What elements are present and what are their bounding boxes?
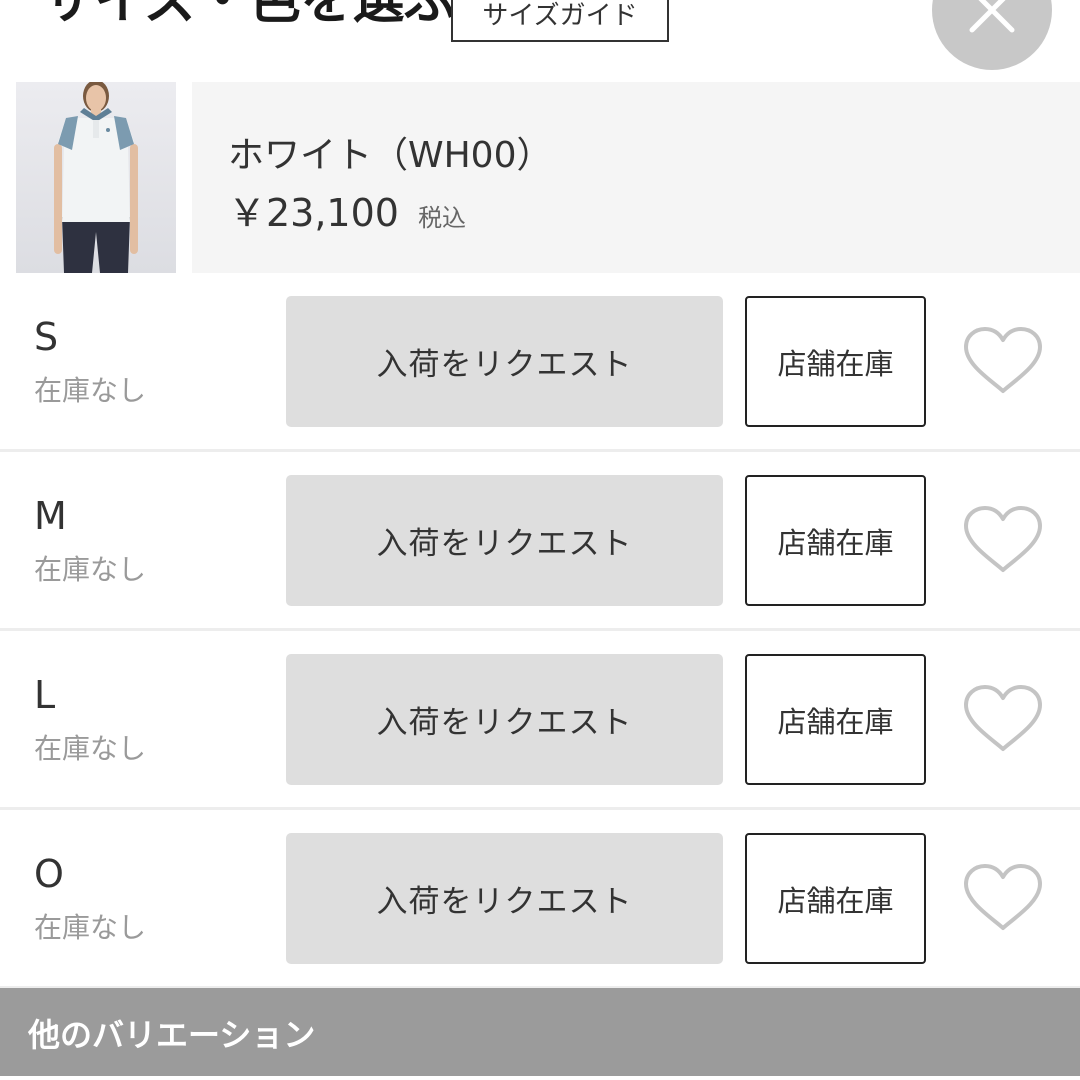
product-image (16, 82, 176, 273)
stock-status: 在庫なし (34, 374, 147, 407)
favorite-button[interactable] (962, 504, 1044, 576)
heart-icon (964, 685, 1042, 751)
close-icon (969, 0, 1015, 33)
request-restock-button[interactable]: 入荷をリクエスト (286, 833, 723, 964)
favorite-button[interactable] (962, 683, 1044, 755)
store-stock-button[interactable]: 店舗在庫 (745, 296, 926, 427)
store-stock-button[interactable]: 店舗在庫 (745, 654, 926, 785)
size-list: S 在庫なし 入荷をリクエスト 店舗在庫 M 在庫なし 入荷をリクエスト 店舗在… (0, 273, 1080, 989)
size-row: L 在庫なし 入荷をリクエスト 店舗在庫 (0, 631, 1080, 810)
request-restock-button[interactable]: 入荷をリクエスト (286, 654, 723, 785)
product-info: ホワイト（WH00） ￥23,100 税込 (192, 82, 1080, 273)
favorite-button[interactable] (962, 325, 1044, 397)
store-stock-button[interactable]: 店舗在庫 (745, 833, 926, 964)
page-title: サイズ・色を選ぶ (42, 0, 457, 31)
close-button[interactable] (932, 0, 1052, 70)
size-label: S (34, 315, 59, 359)
tax-label: 税込 (418, 204, 467, 232)
size-guide-button[interactable]: サイズガイド (451, 0, 669, 42)
stock-status: 在庫なし (34, 911, 147, 944)
size-label: L (34, 673, 56, 717)
request-restock-button[interactable]: 入荷をリクエスト (286, 296, 723, 427)
stock-status: 在庫なし (34, 732, 147, 765)
other-variations-title: 他のバリエーション (28, 1016, 316, 1054)
heart-icon (964, 864, 1042, 930)
store-stock-button[interactable]: 店舗在庫 (745, 475, 926, 606)
request-restock-button[interactable]: 入荷をリクエスト (286, 475, 723, 606)
favorite-button[interactable] (962, 862, 1044, 934)
size-row: O 在庫なし 入荷をリクエスト 店舗在庫 (0, 810, 1080, 989)
size-label: O (34, 852, 64, 896)
size-label: M (34, 494, 67, 538)
price: ￥23,100 (228, 191, 399, 235)
stock-status: 在庫なし (34, 553, 147, 586)
heart-icon (964, 506, 1042, 572)
color-name: ホワイト（WH00） (228, 135, 553, 176)
price-line: ￥23,100 税込 (228, 182, 466, 237)
size-row: S 在庫なし 入荷をリクエスト 店舗在庫 (0, 273, 1080, 452)
size-row: M 在庫なし 入荷をリクエスト 店舗在庫 (0, 452, 1080, 631)
heart-icon (964, 327, 1042, 393)
other-variations-section[interactable]: 他のバリエーション (0, 988, 1080, 1076)
